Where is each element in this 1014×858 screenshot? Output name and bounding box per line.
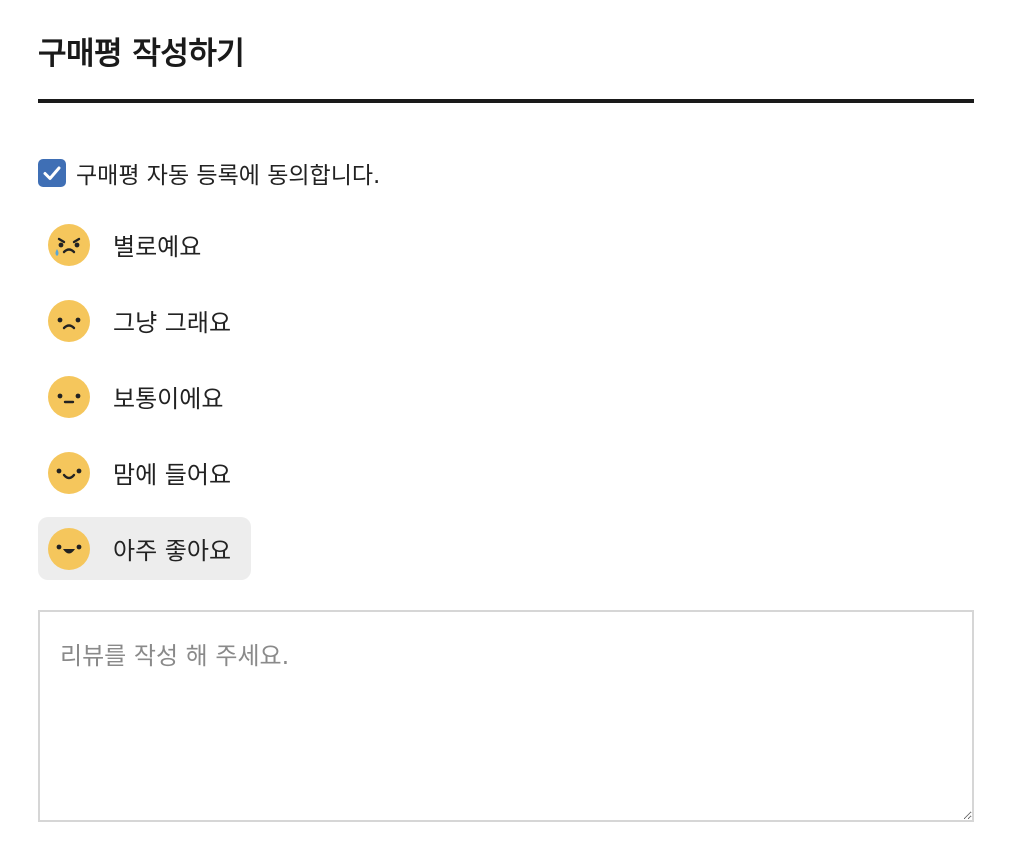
rating-label-bad: 별로예요	[113, 233, 202, 261]
agreement-checkbox[interactable]	[38, 159, 66, 187]
rating-option-meh[interactable]: 그냥 그래요	[38, 289, 251, 352]
page-title: 구매평 작성하기	[38, 36, 245, 72]
neutral-face-icon	[48, 375, 90, 418]
checkmark-icon	[43, 166, 61, 180]
title-divider	[38, 99, 974, 103]
rating-option-great[interactable]: 아주 좋아요	[38, 517, 252, 580]
review-textarea[interactable]	[38, 610, 974, 822]
rating-label-meh: 그냥 그래요	[113, 309, 232, 337]
happy-face-icon	[48, 527, 90, 570]
agreement-label: 구매평 자동 등록에 동의합니다.	[76, 163, 381, 189]
crying-face-icon	[48, 223, 90, 266]
sad-face-icon	[48, 299, 90, 342]
rating-label-good: 맘에 들어요	[113, 461, 232, 489]
auto-register-agreement[interactable]: 구매평 자동 등록에 동의합니다.	[38, 156, 380, 190]
rating-option-bad[interactable]: 별로예요	[38, 213, 221, 276]
rating-label-neutral: 보통이에요	[113, 385, 224, 413]
smiling-face-icon	[48, 451, 90, 494]
rating-option-good[interactable]: 맘에 들어요	[38, 441, 251, 504]
rating-label-great: 아주 좋아요	[113, 537, 232, 565]
rating-options: 별로예요 그냥 그래요 보통이에요 맘에 들어요 아주 좋아요	[38, 213, 252, 593]
rating-option-neutral[interactable]: 보통이에요	[38, 365, 243, 428]
